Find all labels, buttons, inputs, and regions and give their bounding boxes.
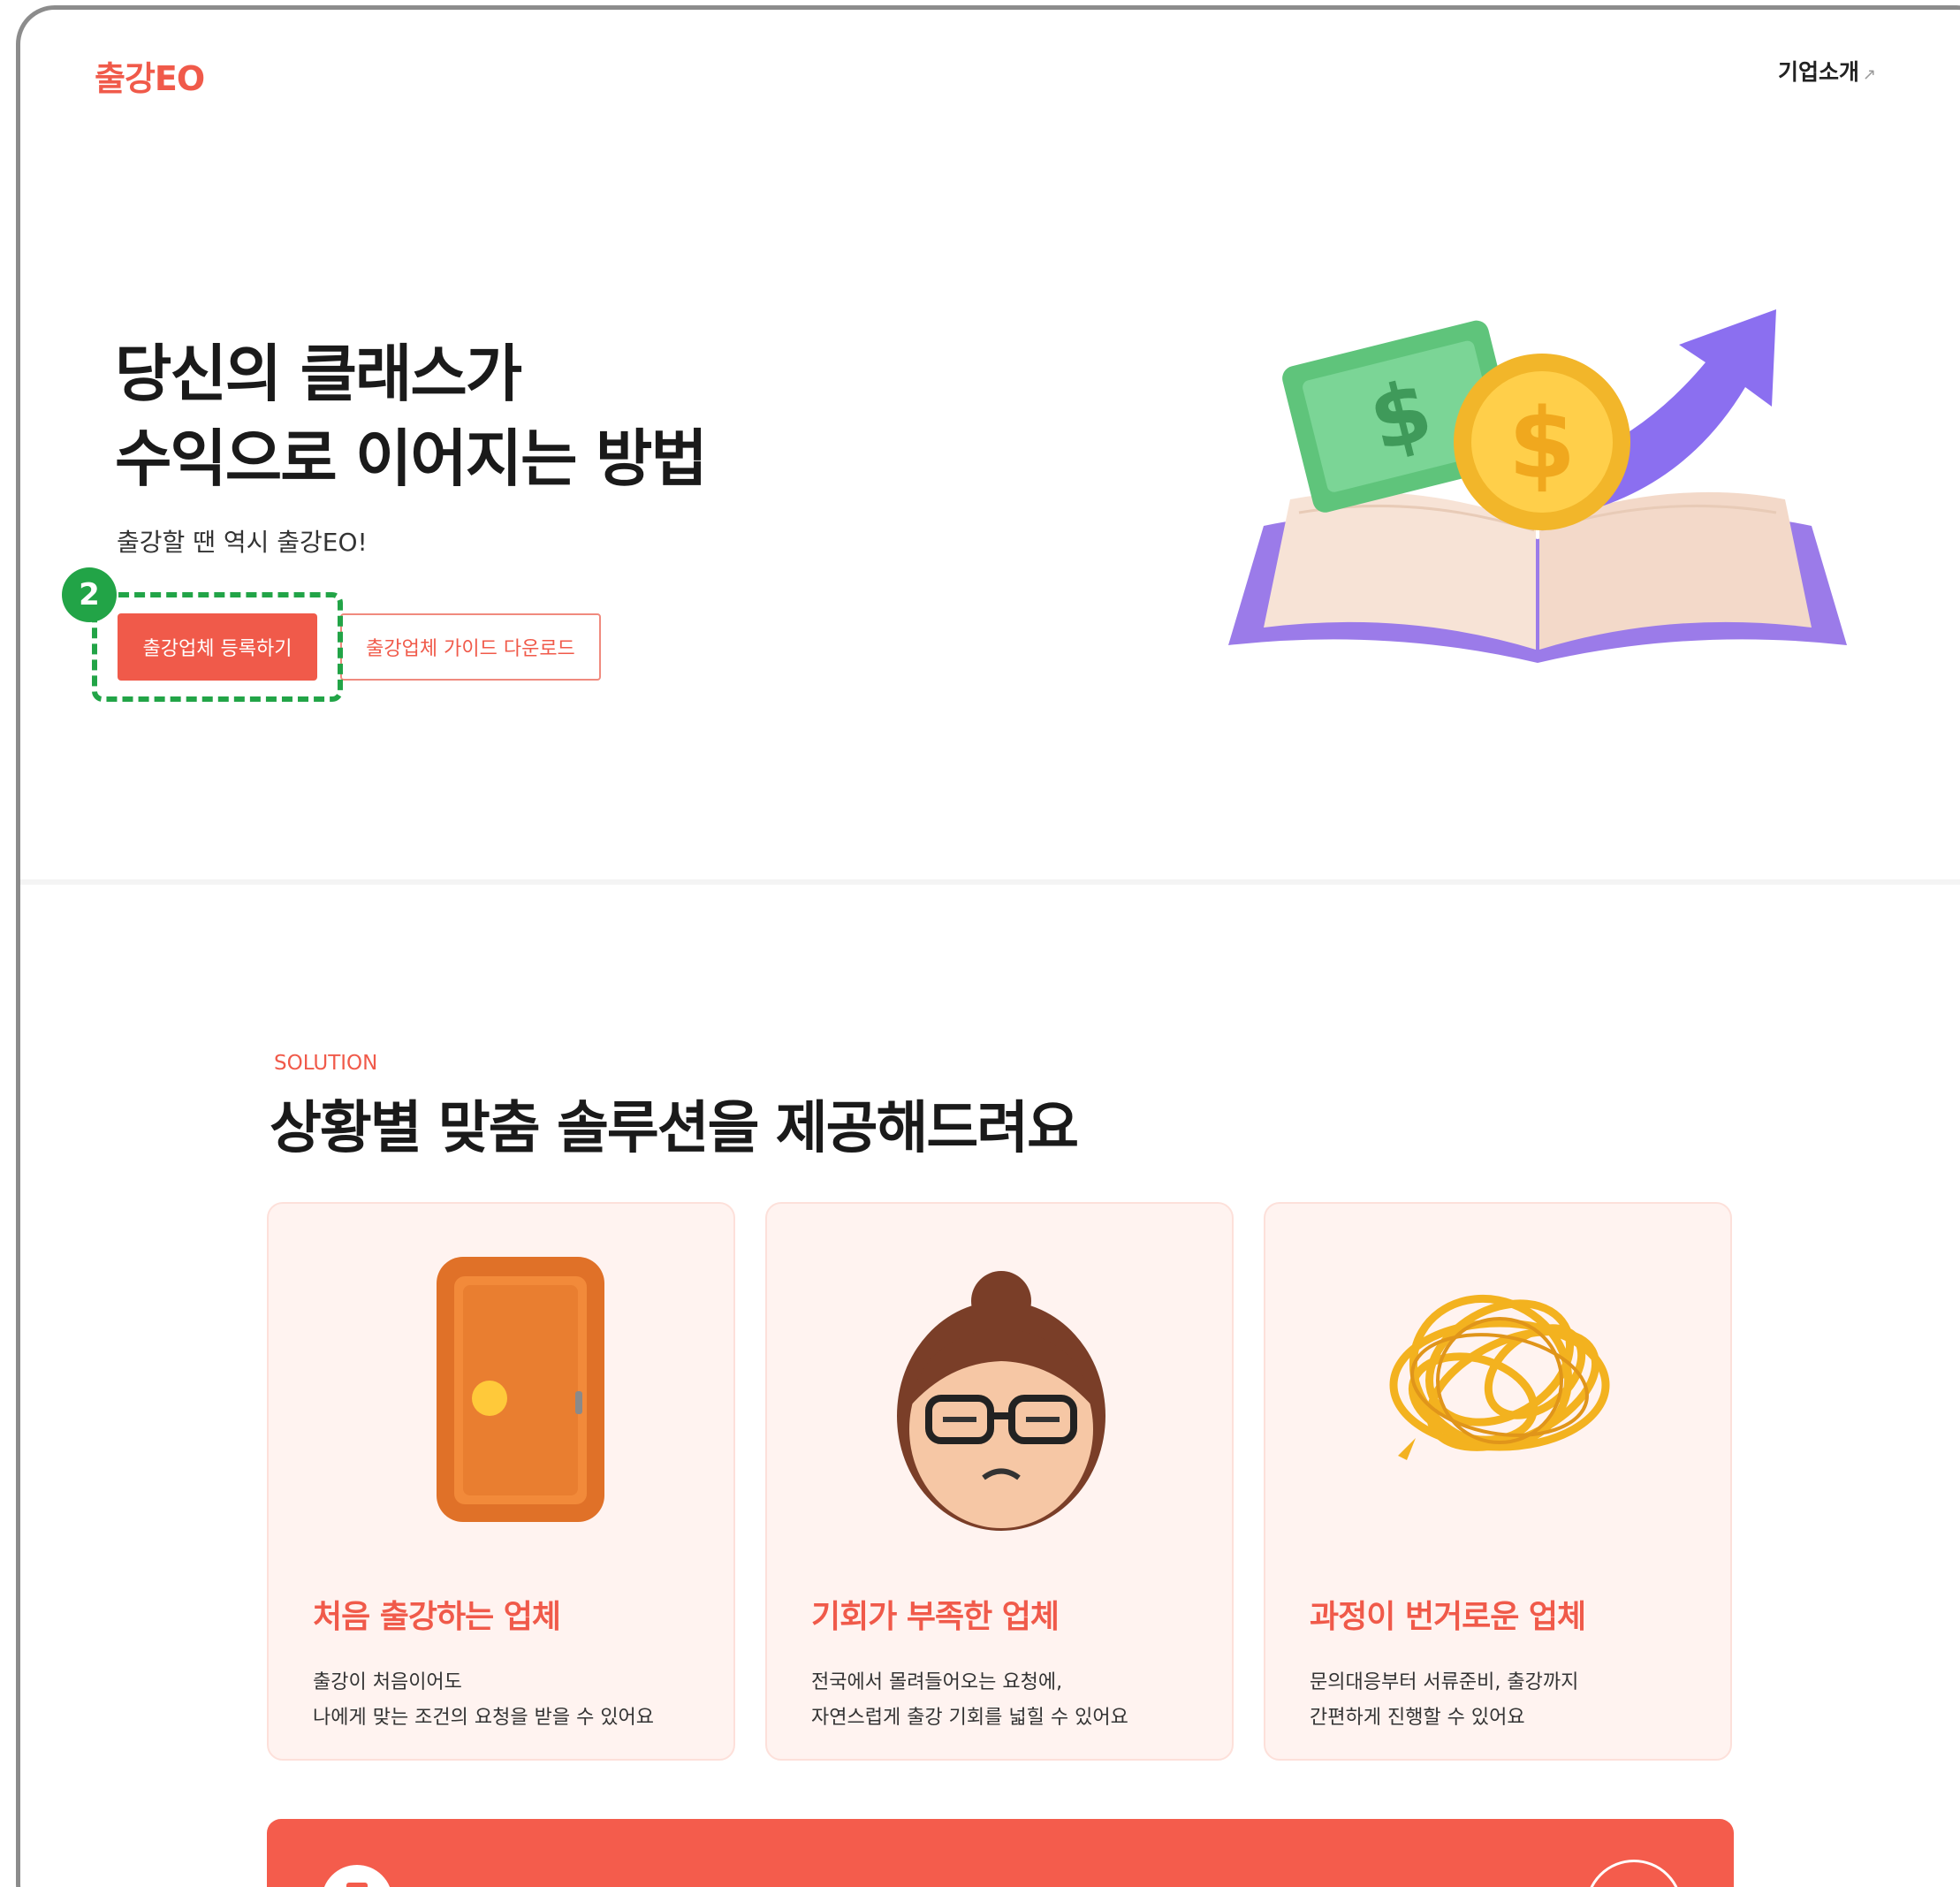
solution-card-complicated-process: 과정이 번거로운 업체 문의대응부터 서류준비, 출강까지 간편하게 진행할 수… (1264, 1202, 1732, 1761)
card-desc-line1: 문의대응부터 서류준비, 출강까지 (1310, 1671, 1579, 1693)
logo[interactable]: 출강EO (95, 51, 205, 100)
document-icon (322, 1865, 392, 1887)
card-title: 과정이 번거로운 업체 (1310, 1599, 1586, 1635)
money-book-growth-illustration: $ $ (1228, 309, 1847, 663)
card-title: 기회가 부족한 업체 (811, 1599, 1060, 1635)
section-title: 상황별 맞춤 솔루션을 제공해드려요 (270, 1096, 1079, 1161)
card-desc-line2: 자연스럽게 출강 기회를 넓힐 수 있어요 (811, 1707, 1128, 1729)
card-description: 문의대응부터 서류준비, 출강까지 간편하게 진행할 수 있어요 (1310, 1665, 1578, 1736)
nav-link-company[interactable]: 기업소개 ↗ (1778, 55, 1876, 87)
cta-banner[interactable] (267, 1819, 1734, 1887)
step-badge: 2 (62, 567, 117, 622)
card-desc-line2: 간편하게 진행할 수 있어요 (1310, 1707, 1525, 1729)
svg-text:$: $ (1508, 387, 1576, 500)
hero-subtitle: 출강할 땐 역시 출강EO! (117, 528, 368, 557)
door-icon (437, 1257, 604, 1522)
step-highlight-box (92, 592, 343, 702)
nav-link-label: 기업소개 (1778, 59, 1860, 85)
solution-card-first-time: 처음 출강하는 업체 출강이 처음이어도 나에게 맞는 조건의 요청을 받을 수… (267, 1202, 735, 1761)
download-guide-button[interactable]: 출강업체 가이드 다운로드 (340, 613, 601, 681)
worried-face-icon (897, 1271, 1105, 1531)
section-divider (20, 879, 1960, 885)
section-eyebrow: SOLUTION (274, 1052, 378, 1075)
card-desc-line1: 출강이 처음이어도 (313, 1671, 462, 1693)
card-desc-line2: 나에게 맞는 조건의 요청을 받을 수 있어요 (313, 1707, 655, 1729)
card-description: 전국에서 몰려들어오는 요청에, 자연스럽게 출강 기회를 넓힐 수 있어요 (811, 1665, 1128, 1736)
solution-card-few-opportunities: 기회가 부족한 업체 전국에서 몰려들어오는 요청에, 자연스럽게 출강 기회를… (765, 1202, 1234, 1761)
card-title: 처음 출강하는 업체 (313, 1599, 561, 1635)
card-desc-line1: 전국에서 몰려들어오는 요청에, (811, 1671, 1063, 1693)
arrow-circle-button[interactable] (1585, 1860, 1683, 1887)
hero-title-line1: 당신의 클래스가 (115, 338, 522, 410)
hero-title-line2: 수익으로 이어지는 방법 (115, 422, 708, 495)
app-window: 출강EO 기업소개 ↗ 당신의 클래스가 수익으로 이어지는 방법 출강할 땐 역… (16, 5, 1960, 1887)
tangled-string-icon (1389, 1294, 1610, 1460)
external-arrow-icon: ↗ (1863, 65, 1877, 84)
card-description: 출강이 처음이어도 나에게 맞는 조건의 요청을 받을 수 있어요 (313, 1665, 654, 1736)
hero-title: 당신의 클래스가 수익으로 이어지는 방법 (115, 331, 708, 501)
